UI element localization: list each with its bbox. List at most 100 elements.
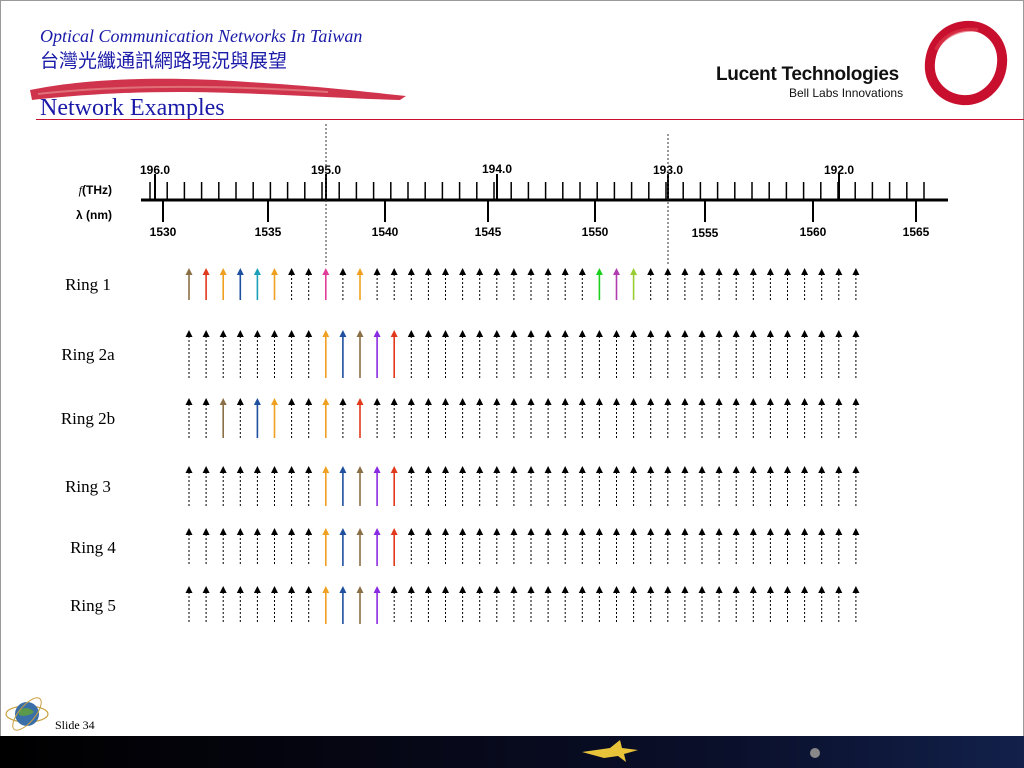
channel-arrowhead bbox=[852, 330, 860, 337]
channel-arrowhead bbox=[202, 466, 210, 473]
channel-arrowhead bbox=[339, 330, 347, 337]
channel-arrowhead bbox=[578, 268, 586, 275]
channel-arrowhead bbox=[698, 528, 706, 535]
channel-arrowhead bbox=[253, 330, 261, 337]
channel-arrowhead bbox=[698, 330, 706, 337]
channel-arrowhead bbox=[630, 528, 638, 535]
channel-arrowhead bbox=[253, 466, 261, 473]
channel-arrowhead bbox=[271, 330, 278, 337]
channel-arrowhead bbox=[613, 586, 620, 593]
channel-arrowhead bbox=[715, 528, 723, 535]
channel-arrowhead bbox=[784, 330, 791, 337]
channel-arrowhead bbox=[271, 528, 278, 535]
channel-arrowhead bbox=[253, 398, 261, 405]
channel-arrowhead bbox=[595, 268, 603, 275]
channel-arrowhead bbox=[424, 466, 432, 473]
wavelength-tick-label: 1540 bbox=[372, 225, 399, 239]
channel-arrowhead bbox=[322, 466, 330, 473]
channel-arrowhead bbox=[407, 466, 415, 473]
channel-arrowhead bbox=[801, 466, 809, 473]
channel-arrowhead bbox=[647, 586, 655, 593]
channel-arrowhead bbox=[818, 586, 826, 593]
channel-arrowhead bbox=[818, 268, 826, 275]
channel-arrowhead bbox=[630, 466, 638, 473]
channel-arrowhead bbox=[578, 466, 586, 473]
ring-label: Ring 1 bbox=[65, 275, 111, 294]
channel-arrowhead bbox=[185, 268, 193, 275]
freq-tick-label: 196.0 bbox=[140, 163, 170, 177]
channel-arrowhead bbox=[852, 528, 860, 535]
channel-arrowhead bbox=[835, 330, 843, 337]
channel-arrowhead bbox=[561, 330, 569, 337]
channel-arrowhead bbox=[664, 268, 672, 275]
channel-arrowhead bbox=[424, 586, 432, 593]
freq-tick-label: 194.0 bbox=[482, 162, 512, 176]
channel-arrowhead bbox=[356, 330, 364, 337]
channel-arrowhead bbox=[698, 466, 706, 473]
channel-arrowhead bbox=[630, 398, 638, 405]
channel-arrowhead bbox=[288, 330, 296, 337]
channel-arrowhead bbox=[219, 398, 227, 405]
channel-arrowhead bbox=[219, 528, 227, 535]
channel-arrowhead bbox=[595, 586, 603, 593]
channel-arrowhead bbox=[561, 268, 569, 275]
channel-arrowhead bbox=[288, 528, 296, 535]
channel-arrowhead bbox=[253, 586, 261, 593]
slide-number: Slide 34 bbox=[55, 718, 95, 732]
planet-dot bbox=[810, 748, 820, 758]
header-title: Optical Communication Networks In Taiwan bbox=[40, 26, 363, 46]
channel-arrowhead bbox=[544, 586, 552, 593]
channel-arrowhead bbox=[527, 586, 535, 593]
channel-arrowhead bbox=[459, 330, 467, 337]
channel-arrowhead bbox=[390, 586, 398, 593]
channel-arrowhead bbox=[715, 466, 723, 473]
wavelength-diagram: 196.0 195.0 194.0 193.0 192.01530 1535 1540 154… bbox=[61, 124, 948, 624]
channel-arrowhead bbox=[339, 528, 347, 535]
channel-arrowhead bbox=[339, 466, 347, 473]
channel-arrowhead bbox=[578, 398, 586, 405]
channel-arrowhead bbox=[185, 528, 193, 535]
channel-arrowhead bbox=[339, 268, 347, 275]
channel-arrowhead bbox=[784, 268, 791, 275]
channel-arrowhead bbox=[766, 268, 774, 275]
footer-band bbox=[0, 736, 1024, 768]
channel-arrowhead bbox=[647, 466, 655, 473]
channel-arrowhead bbox=[732, 330, 740, 337]
channel-arrowhead bbox=[493, 330, 501, 337]
channel-arrowhead bbox=[595, 528, 603, 535]
channel-arrowhead bbox=[219, 466, 227, 473]
channel-arrowhead bbox=[715, 268, 723, 275]
wavelength-tick-label: 1535 bbox=[255, 225, 282, 239]
channel-arrowhead bbox=[784, 466, 791, 473]
channel-arrowhead bbox=[544, 268, 552, 275]
channel-arrowhead bbox=[835, 268, 843, 275]
channel-arrowhead bbox=[407, 528, 415, 535]
channel-arrowhead bbox=[749, 398, 757, 405]
channel-arrowhead bbox=[749, 586, 757, 593]
channel-arrowhead bbox=[305, 268, 313, 275]
channel-arrowhead bbox=[595, 330, 603, 337]
channel-arrowhead bbox=[664, 528, 672, 535]
channel-arrowhead bbox=[390, 466, 398, 473]
channel-arrowhead bbox=[442, 268, 449, 275]
channel-arrowhead bbox=[424, 330, 432, 337]
channel-arrowhead bbox=[766, 466, 774, 473]
channel-arrowhead bbox=[527, 466, 535, 473]
channel-arrowhead bbox=[510, 528, 518, 535]
brand-name: Lucent Technologies bbox=[716, 64, 899, 85]
channel-arrowhead bbox=[407, 586, 415, 593]
wavelength-tick-label: 1550 bbox=[582, 225, 609, 239]
channel-arrowhead bbox=[219, 586, 227, 593]
shooting-star-icon bbox=[582, 740, 638, 762]
channel-arrowhead bbox=[749, 466, 757, 473]
channel-arrowhead bbox=[766, 528, 774, 535]
channel-arrowhead bbox=[459, 466, 467, 473]
channel-arrowhead bbox=[305, 586, 313, 593]
channel-arrowhead bbox=[732, 398, 740, 405]
brand-tagline: Bell Labs Innovations bbox=[789, 86, 904, 100]
channel-arrowhead bbox=[322, 586, 330, 593]
channel-arrowhead bbox=[493, 268, 501, 275]
channel-arrowhead bbox=[185, 466, 193, 473]
channel-arrowhead bbox=[732, 268, 740, 275]
channel-arrowhead bbox=[305, 528, 313, 535]
